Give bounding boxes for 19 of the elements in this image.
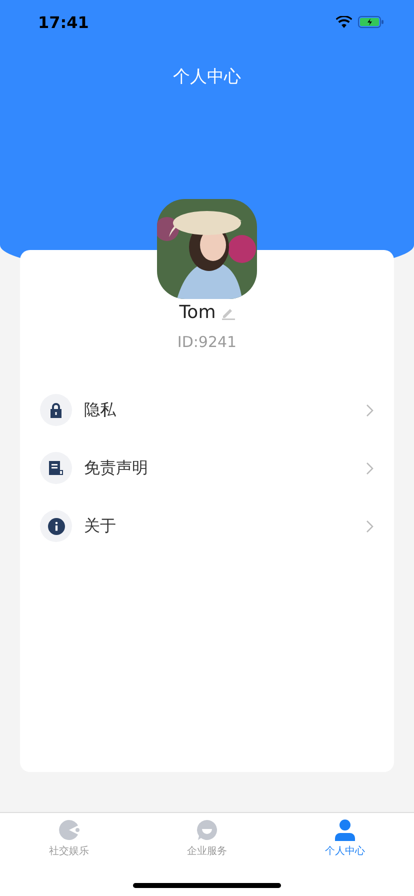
user-name: Tom <box>179 302 216 323</box>
user-id: ID:9241 <box>177 333 237 351</box>
battery-icon <box>358 16 384 28</box>
menu-item[interactable]: 隐私 <box>20 381 394 439</box>
menu-item[interactable]: 关于 <box>20 497 394 555</box>
chevron-icon <box>366 462 374 474</box>
page-title: 个人中心 <box>172 66 242 88</box>
chat-icon <box>196 818 218 840</box>
pacman-icon <box>58 818 80 840</box>
menu-item[interactable]: 免责声明 <box>20 439 394 497</box>
info-icon <box>48 518 64 534</box>
person-icon <box>334 818 356 840</box>
lock-icon <box>49 402 63 418</box>
status-time: 17:41 <box>38 12 89 32</box>
document-icon <box>48 460 64 476</box>
chevron-icon <box>366 404 374 416</box>
chevron-icon <box>366 520 374 532</box>
tab[interactable]: 个人中心 <box>276 813 414 863</box>
wifi-icon <box>336 16 352 28</box>
